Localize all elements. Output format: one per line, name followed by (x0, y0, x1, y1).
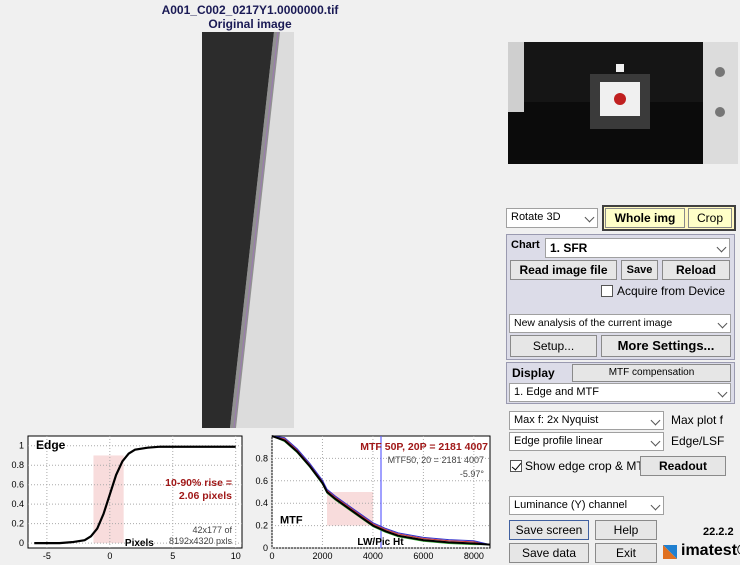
edge-crop-image (202, 32, 294, 428)
imatest-logo: imatest® (681, 542, 740, 559)
mtf-summary: MTF 50P, 20P = 2181 4007 (360, 441, 488, 453)
chevron-down-icon (717, 318, 728, 328)
y-tick-label: 0.8 (11, 460, 24, 470)
x-tick-label: 0 (107, 551, 112, 561)
more-settings-button[interactable]: More Settings... (601, 335, 731, 357)
chevron-down-icon (650, 436, 661, 446)
save-data-button[interactable]: Save data (509, 543, 589, 563)
roi-size: 42x177 of (192, 525, 232, 535)
y-tick-label: 0 (263, 543, 268, 553)
edge-x-label: Pixels (125, 538, 154, 549)
edge-angle: -5.97° (460, 469, 485, 479)
imatest-logo-icon (663, 545, 677, 559)
reload-button[interactable]: Reload (662, 260, 730, 280)
save-button[interactable]: Save (621, 260, 658, 280)
display-label: Display (512, 366, 555, 380)
whole-img-button[interactable]: Whole img (605, 208, 685, 228)
show-edge-crop-label: Show edge crop & MTF (525, 459, 652, 473)
show-edge-crop-checkbox[interactable] (510, 460, 522, 472)
y-tick-label: 1 (19, 441, 24, 451)
analysis-mode-dropdown[interactable]: New analysis of the current image (509, 314, 731, 333)
exit-button[interactable]: Exit (595, 543, 657, 563)
y-tick-label: 0 (19, 538, 24, 548)
y-tick-label: 0.2 (255, 521, 268, 531)
edge-profile-dropdown[interactable]: Edge profile linear (509, 432, 664, 451)
max-plot-f-label: Max plot f (671, 413, 724, 427)
rotate-dropdown[interactable]: Rotate 3D (506, 208, 598, 228)
x-tick-label: 10 (231, 551, 241, 561)
max-f-dropdown[interactable]: Max f: 2x Nyquist (509, 411, 664, 430)
image-filename: A001_C002_0217Y1.0000000.tif (161, 3, 339, 17)
chevron-down-icon (716, 242, 727, 253)
chart-label: Chart (511, 239, 540, 251)
read-image-file-button[interactable]: Read image file (510, 260, 617, 280)
edge-plot-title: Edge (36, 438, 66, 452)
mtf-summary-2: MTF50, 20 = 2181 4007 (388, 455, 484, 465)
readout-button[interactable]: Readout (640, 456, 726, 476)
image-subtitle: Original image (208, 17, 292, 31)
acquire-from-device-checkbox[interactable] (601, 285, 613, 297)
y-tick-label: 0.4 (11, 499, 24, 509)
image-size: 8192x4320 pxls (169, 536, 233, 546)
full-image-thumbnail (508, 42, 738, 164)
version-label: 22.2.2 (703, 526, 734, 538)
y-tick-label: 0.4 (255, 498, 268, 508)
save-screen-button[interactable]: Save screen (509, 520, 589, 540)
mtf-x-label: LW/Pic Ht (357, 537, 404, 548)
rise-label: 10-90% rise = (165, 477, 232, 489)
x-tick-label: -5 (43, 551, 51, 561)
y-tick-label: 0.6 (11, 480, 24, 490)
x-tick-label: 5 (170, 551, 175, 561)
mtf-plot: 0 0.2 0.4 0.6 0.8 0 2000 4000 6000 8000 MTF 50P, 2… (250, 428, 495, 565)
edge-lsf-label: Edge/LSF (671, 434, 725, 448)
display-dropdown[interactable]: 1. Edge and MTF (509, 383, 731, 402)
x-tick-label: 0 (269, 551, 274, 561)
help-button[interactable]: Help (595, 520, 657, 540)
acquire-from-device-label: Acquire from Device (617, 284, 726, 298)
y-tick-label: 0.8 (255, 453, 268, 463)
chevron-down-icon (717, 387, 728, 397)
chevron-down-icon (650, 415, 661, 425)
chart-dropdown[interactable]: 1. SFR (545, 238, 730, 258)
x-tick-label: 6000 (413, 551, 433, 561)
mtf-y-label: MTF (280, 514, 303, 526)
mtf-compensation-button[interactable]: MTF compensation (572, 364, 731, 382)
chevron-down-icon (650, 500, 661, 510)
setup-button[interactable]: Setup... (510, 335, 597, 357)
x-tick-label: 2000 (312, 551, 332, 561)
rise-value: 2.06 pixels (179, 490, 232, 502)
x-tick-label: 4000 (363, 551, 383, 561)
channel-dropdown[interactable]: Luminance (Y) channel (509, 496, 664, 515)
chevron-down-icon (584, 212, 595, 223)
y-tick-label: 0.2 (11, 519, 24, 529)
x-tick-label: 8000 (464, 551, 484, 561)
edge-plot: 0 0.2 0.4 0.6 0.8 1 -5 0 5 10 Edge 10-90% rise =2.0… (0, 428, 250, 565)
crop-button[interactable]: Crop (688, 208, 732, 228)
y-tick-label: 0.6 (255, 476, 268, 486)
